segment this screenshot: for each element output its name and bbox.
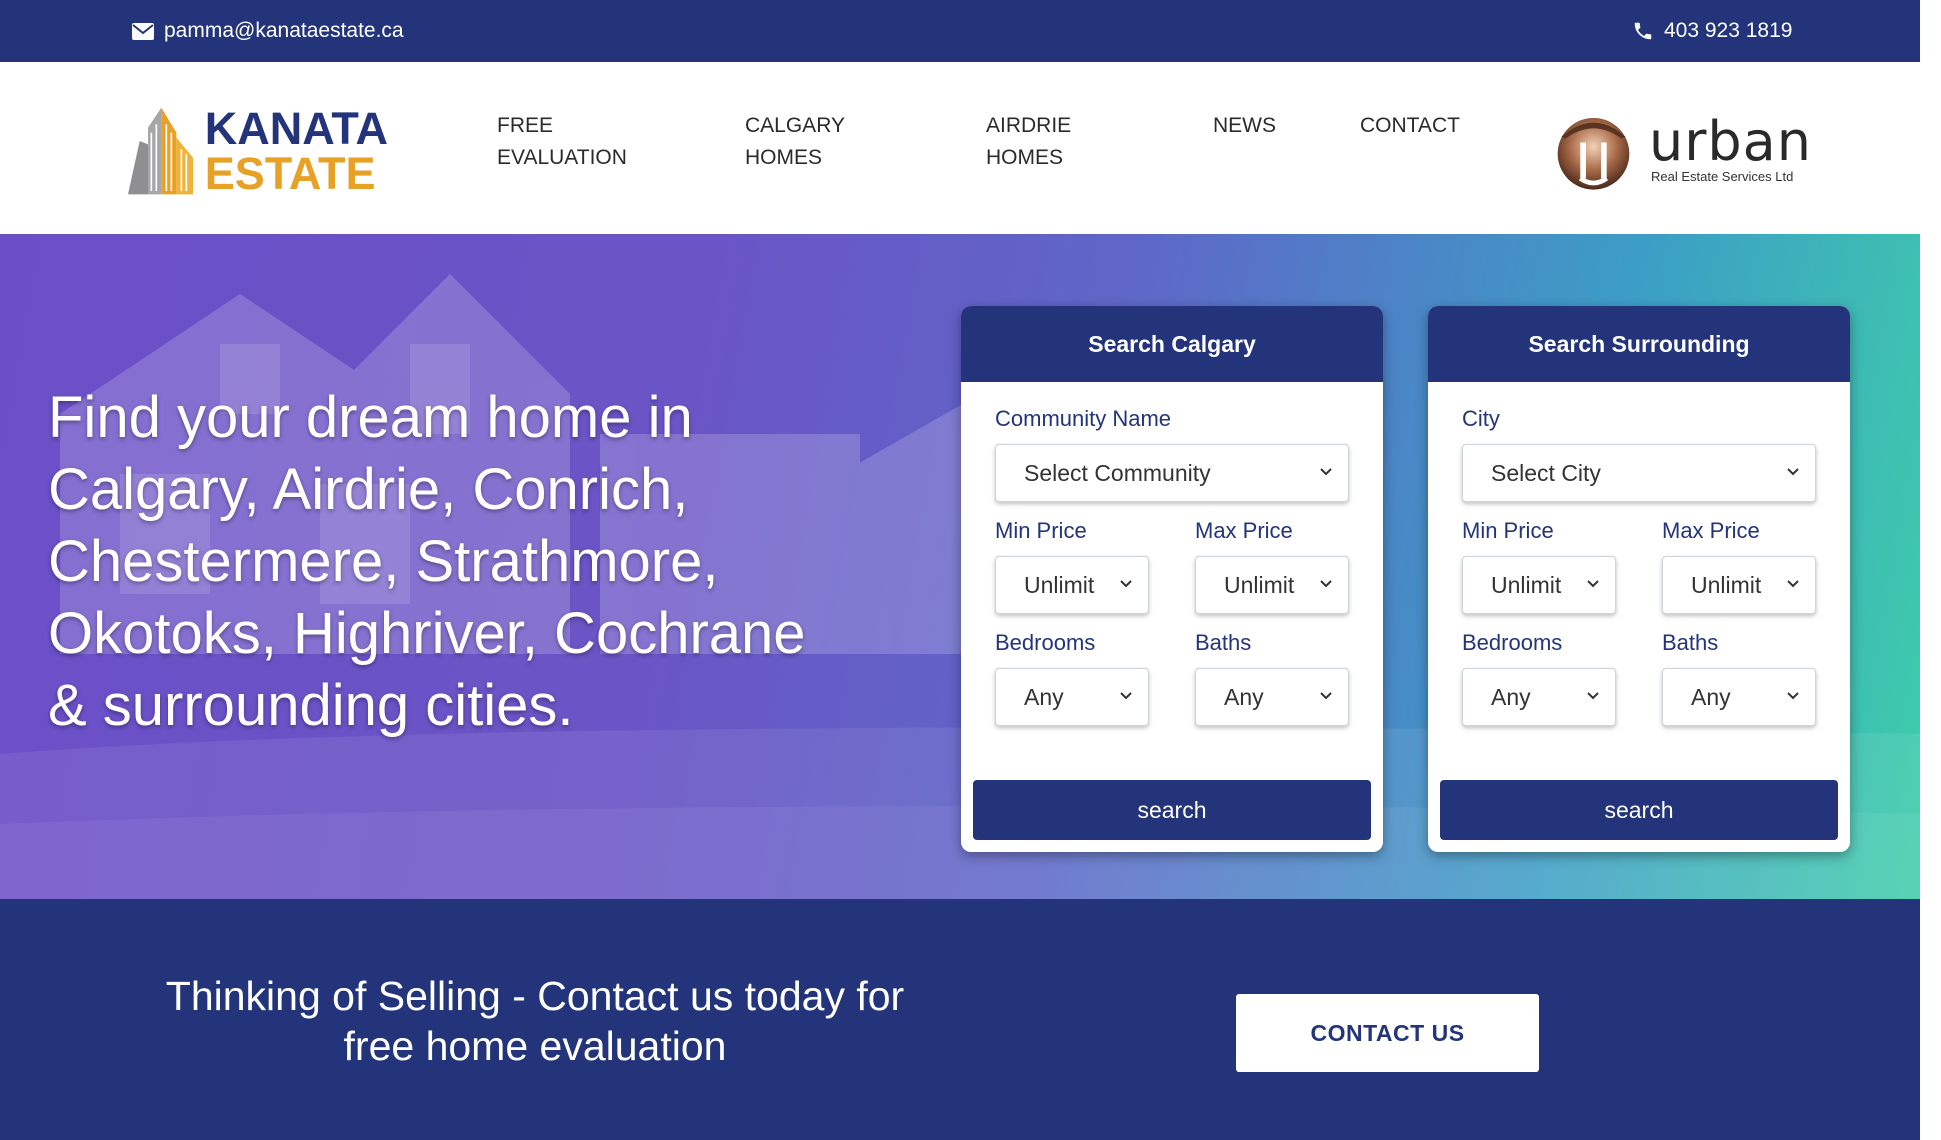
nav-label-line1: CALGARY: [745, 114, 845, 137]
selling-cta-line2: free home evaluation: [343, 1023, 727, 1069]
max-price-value: Unlimit: [1691, 571, 1762, 598]
baths-select[interactable]: Any: [1662, 668, 1816, 726]
bedrooms-select[interactable]: Any: [1462, 668, 1616, 726]
phone-text: 403 923 1819: [1664, 19, 1793, 42]
selling-cta-text: Thinking of Selling - Contact us today f…: [120, 971, 950, 1071]
max-price-value: Unlimit: [1224, 571, 1295, 598]
chevron-down-icon: [1120, 580, 1132, 588]
min-price-select[interactable]: Unlimit: [995, 556, 1149, 614]
phone-link[interactable]: 403 923 1819: [1632, 19, 1792, 43]
hero-title-line: Okotoks, Highriver, Cochrane: [48, 601, 806, 666]
search-calgary-card: Search Calgary Community Name Select Com…: [961, 306, 1383, 852]
phone-icon: [1634, 22, 1652, 40]
selling-cta-band: Thinking of Selling - Contact us today f…: [0, 899, 1920, 1140]
min-price-value: Unlimit: [1491, 571, 1562, 598]
max-price-select[interactable]: Unlimit: [1195, 556, 1349, 614]
min-price-label: Min Price: [995, 518, 1087, 543]
bedrooms-label: Bedrooms: [995, 630, 1096, 655]
baths-value: Any: [1691, 683, 1731, 710]
baths-value: Any: [1224, 683, 1264, 710]
min-price-value: Unlimit: [1024, 571, 1095, 598]
city-select-value: Select City: [1491, 459, 1601, 486]
nav-label-line1: FREE: [497, 114, 554, 137]
nav-calgary-homes[interactable]: CALGARY HOMES: [745, 110, 845, 174]
nav-free-evaluation[interactable]: FREE EVALUATION: [497, 110, 627, 174]
min-price-select[interactable]: Unlimit: [1462, 556, 1616, 614]
bedrooms-label: Bedrooms: [1462, 630, 1563, 655]
urban-wordmark: urban Real Estate Services Ltd: [1648, 109, 1812, 184]
nav-label-line1: CONTACT: [1360, 114, 1460, 137]
chevron-down-icon: [1787, 468, 1799, 476]
urban-partner-logo[interactable]: urban Real Estate Services Ltd: [1552, 104, 1812, 196]
hero-title: Find your dream home in Calgary, Airdrie…: [48, 382, 898, 742]
min-price-label: Min Price: [1462, 518, 1554, 543]
search-calgary-button[interactable]: search: [973, 780, 1371, 840]
search-surrounding-button[interactable]: search: [1440, 780, 1838, 840]
max-price-label: Max Price: [1662, 518, 1760, 543]
chevron-down-icon: [1120, 692, 1132, 700]
baths-label: Baths: [1195, 630, 1252, 655]
chevron-down-icon: [1320, 468, 1332, 476]
nav-label-line2: HOMES: [745, 146, 823, 169]
email-text: pamma@kanataestate.ca: [164, 19, 404, 42]
top-contact-bar: pamma@kanataestate.ca 403 923 1819: [0, 0, 1920, 62]
hero-title-line: Calgary, Airdrie, Conrich,: [48, 457, 689, 522]
nav-contact[interactable]: CONTACT: [1360, 110, 1460, 142]
community-select-value: Select Community: [1024, 459, 1211, 486]
baths-select[interactable]: Any: [1195, 668, 1349, 726]
bedrooms-select[interactable]: Any: [995, 668, 1149, 726]
chevron-down-icon: [1320, 692, 1332, 700]
nav-label-line2: HOMES: [986, 146, 1064, 169]
hero-title-line: Find your dream home in: [48, 385, 693, 450]
search-calgary-title: Search Calgary: [961, 306, 1383, 382]
chevron-down-icon: [1787, 580, 1799, 588]
envelope-icon: [132, 22, 154, 40]
search-surrounding-card: Search Surrounding City Select City Min …: [1428, 306, 1850, 852]
chevron-down-icon: [1587, 692, 1599, 700]
nav-label-line1: AIRDRIE: [986, 114, 1072, 137]
email-link[interactable]: pamma@kanataestate.ca: [132, 19, 404, 43]
selling-cta-line1: Thinking of Selling - Contact us today f…: [165, 973, 905, 1019]
community-name-label: Community Name: [995, 406, 1172, 431]
search-surrounding-title: Search Surrounding: [1428, 306, 1850, 382]
baths-label: Baths: [1662, 630, 1719, 655]
main-nav: FREE EVALUATION CALGARY HOMES AIRDRIE HO…: [0, 110, 1500, 190]
hero-title-line: Chestermere, Strathmore,: [48, 529, 719, 594]
nav-label-line1: NEWS: [1213, 114, 1276, 137]
site-header: KANATA ESTATE FREE EVALUATION CALGARY HO…: [0, 62, 1920, 234]
city-select[interactable]: Select City: [1462, 444, 1816, 502]
max-price-label: Max Price: [1195, 518, 1293, 543]
community-select[interactable]: Select Community: [995, 444, 1349, 502]
urban-name: urban: [1648, 109, 1812, 173]
hero-banner: Find your dream home in Calgary, Airdrie…: [0, 234, 1941, 899]
bedrooms-value: Any: [1024, 683, 1064, 710]
city-label: City: [1462, 406, 1500, 431]
bedrooms-value: Any: [1491, 683, 1531, 710]
nav-label-line2: EVALUATION: [497, 146, 627, 169]
chevron-down-icon: [1587, 580, 1599, 588]
urban-emblem-icon: [1557, 117, 1630, 190]
urban-tagline: Real Estate Services Ltd: [1650, 168, 1794, 184]
max-price-select[interactable]: Unlimit: [1662, 556, 1816, 614]
nav-airdrie-homes[interactable]: AIRDRIE HOMES: [986, 110, 1071, 174]
contact-us-button[interactable]: CONTACT US: [1236, 994, 1539, 1072]
chevron-down-icon: [1787, 692, 1799, 700]
page-right-gutter: [1920, 0, 1941, 1140]
chevron-down-icon: [1320, 580, 1332, 588]
nav-news[interactable]: NEWS: [1213, 110, 1276, 142]
hero-title-line: & surrounding cities.: [48, 673, 574, 738]
